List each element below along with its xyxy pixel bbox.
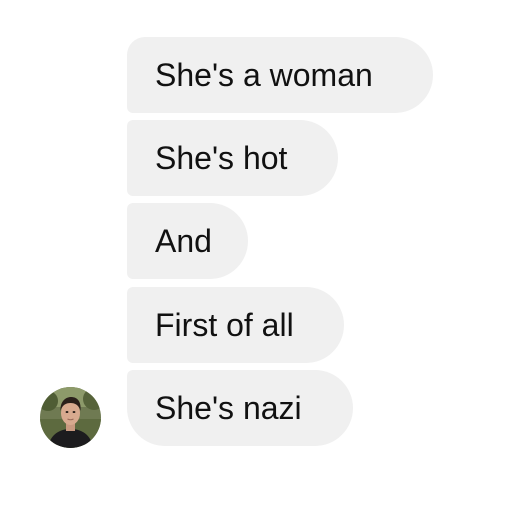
message-bubble[interactable]: First of all bbox=[127, 287, 344, 363]
message-thread: She's a woman She's hot And First of all… bbox=[0, 0, 512, 512]
message-bubble[interactable]: She's nazi bbox=[127, 370, 353, 446]
profile-photo-icon bbox=[40, 387, 101, 448]
message-bubble[interactable]: She's hot bbox=[127, 120, 338, 196]
message-bubble[interactable]: And bbox=[127, 203, 248, 279]
message-bubble[interactable]: She's a woman bbox=[127, 37, 433, 113]
avatar[interactable] bbox=[40, 387, 101, 448]
